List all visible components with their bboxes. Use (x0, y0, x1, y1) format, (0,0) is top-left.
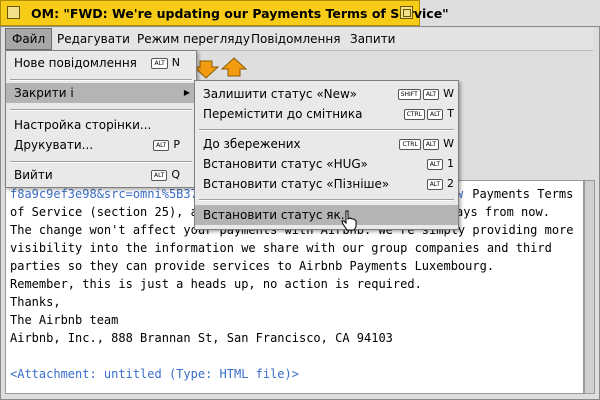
menu-bar: Файл Редагувати Режим перегляду Повідомл… (5, 28, 593, 51)
previous-message-icon[interactable] (220, 57, 248, 77)
body-line-5: parties so they can provide services to … (10, 259, 495, 273)
shortcut: CTRL ALT T (402, 104, 454, 124)
window-title-bar[interactable]: OM: "FWD: We're updating our Payments Te… (0, 0, 449, 26)
menu-item-label: Встановити статус «Пізніше» (203, 177, 390, 191)
menu-item-label: Закрити і (14, 86, 74, 100)
menu-item-new-message[interactable]: Нове повідомлення ALT N (6, 53, 196, 73)
submenu-item-move-to-trash[interactable]: Перемістити до смітника CTRL ALT T (195, 104, 458, 124)
menu-message[interactable]: Повідомлення (245, 28, 346, 50)
body-line-7: Thanks, (10, 295, 61, 309)
submenu-item-status-later[interactable]: Встановити статус «Пізніше» ALT 2 (195, 174, 458, 194)
menu-queries[interactable]: Запити (344, 28, 401, 50)
shortcut: ALT Q (149, 165, 180, 185)
shortcut: SHIFT ALT W (396, 84, 454, 104)
submenu-item-keep-new[interactable]: Залишити статус «New» SHIFT ALT W (195, 84, 458, 104)
vertical-scrollbar[interactable] (584, 180, 595, 394)
close-and-submenu: Залишити статус «New» SHIFT ALT W Переміст… (194, 80, 459, 230)
menu-item-print[interactable]: Друкувати... ALT P (6, 135, 196, 155)
application-window: OM: "FWD: We're updating our Payments Te… (0, 0, 600, 400)
body-line-8: The Airbnb team (10, 313, 119, 327)
window-title: OM: "FWD: We're updating our Payments Te… (31, 6, 449, 21)
zoom-window-button[interactable] (400, 6, 413, 19)
menu-separator (10, 161, 192, 163)
menu-item-label: Вийти (14, 168, 53, 182)
file-menu: Нове повідомлення ALT N Закрити і ▶ Настр… (5, 50, 197, 188)
body-line-6: Remember, this is just a heads up, no ac… (10, 277, 422, 291)
hand-cursor-icon (341, 210, 357, 231)
menu-edit[interactable]: Редагувати (51, 28, 136, 50)
body-line-1-end: Payments Terms (465, 187, 574, 201)
menu-item-label: Залишити статус «New» (203, 87, 357, 101)
shortcut: ALT 1 (425, 154, 454, 174)
next-message-icon[interactable] (196, 60, 220, 79)
menu-item-close-and[interactable]: Закрити і ▶ (6, 83, 196, 103)
shortcut: ALT 2 (425, 174, 454, 194)
submenu-arrow-icon: ▶ (183, 88, 190, 97)
menu-separator (199, 129, 454, 131)
attachment-link[interactable]: <Attachment: untitled (Type: HTML file)> (10, 367, 299, 381)
menu-item-label: Настройка сторінки... (14, 118, 152, 132)
shortcut: CTRL ALT W (397, 134, 454, 154)
menu-item-label: До збережених (203, 137, 301, 151)
shortcut: ALT N (149, 53, 180, 73)
body-line-2: of Service (section 25), a (10, 205, 198, 219)
submenu-item-set-status-as[interactable]: Встановити статус як... (195, 205, 458, 225)
menu-item-label: Перемістити до смітника (203, 107, 363, 121)
shortcut: ALT P (151, 135, 180, 155)
body-line-9: Airbnb, Inc., 888 Brannan St, San Franci… (10, 331, 393, 345)
menu-item-quit[interactable]: Вийти ALT Q (6, 165, 196, 185)
menu-item-label: Нове повідомлення (14, 56, 137, 70)
toolbar (196, 57, 248, 79)
body-line-2-end: ays from now. (456, 205, 550, 219)
menu-file[interactable]: Файл (5, 28, 53, 50)
menu-item-label: Встановити статус «HUG» (203, 157, 368, 171)
menu-view[interactable]: Режим перегляду (131, 28, 256, 50)
menu-item-label: Друкувати... (14, 138, 94, 152)
submenu-item-status-hug[interactable]: Встановити статус «HUG» ALT 1 (195, 154, 458, 174)
menu-separator (10, 79, 192, 81)
body-line-4: visibility into the information we share… (10, 241, 552, 255)
close-window-button[interactable] (7, 6, 20, 19)
menu-item-label: Встановити статус як... (203, 208, 353, 222)
body-link-fragment[interactable]: f8a9c9ef3e98&src=omni%5B37 (10, 187, 198, 201)
menu-separator (10, 109, 192, 111)
submenu-item-to-saved[interactable]: До збережених CTRL ALT W (195, 134, 458, 154)
menu-separator (199, 199, 454, 201)
menu-item-page-setup[interactable]: Настройка сторінки... (6, 115, 196, 135)
